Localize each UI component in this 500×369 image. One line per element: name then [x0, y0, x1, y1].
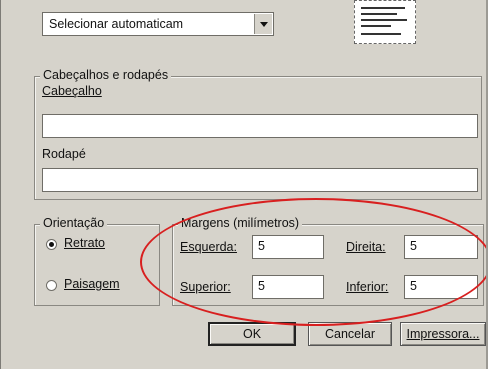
- cancel-button[interactable]: Cancelar: [308, 322, 392, 346]
- paper-size-select[interactable]: Selecionar automaticam: [42, 12, 274, 36]
- radio-retrato-label[interactable]: Retrato: [64, 236, 105, 250]
- footer-input[interactable]: [42, 168, 478, 192]
- chevron-down-icon: [260, 22, 268, 27]
- orientation-title: Orientação: [40, 216, 108, 230]
- preview-line: [361, 13, 397, 15]
- headers-footers-title: Cabeçalhos e rodapés: [40, 68, 172, 82]
- ok-button[interactable]: OK: [208, 322, 296, 346]
- preview-line: [361, 25, 391, 27]
- radio-retrato[interactable]: [46, 239, 57, 250]
- dropdown-button[interactable]: [254, 14, 272, 34]
- header-input[interactable]: [42, 114, 478, 138]
- dialog-left-edge: [0, 0, 1, 369]
- page-setup-dialog: Selecionar automaticam Cabeçalhos e roda…: [0, 0, 500, 369]
- preview-line: [361, 19, 407, 21]
- header-label: Cabeçalho: [42, 84, 102, 98]
- right-margin-label: Direita:: [346, 240, 386, 254]
- page-background-strip: [488, 0, 500, 369]
- preview-line: [361, 33, 401, 35]
- top-margin-input[interactable]: 5: [252, 275, 324, 299]
- printer-button[interactable]: Impressora...: [400, 322, 486, 346]
- left-margin-label: Esquerda:: [180, 240, 237, 254]
- left-margin-input[interactable]: 5: [252, 235, 324, 259]
- paper-size-value: Selecionar automaticam: [49, 17, 184, 31]
- top-margin-label: Superior:: [180, 280, 231, 294]
- bottom-margin-label: Inferior:: [346, 280, 389, 294]
- footer-label: Rodapé: [42, 147, 86, 161]
- page-preview: [354, 0, 416, 44]
- radio-paisagem-label[interactable]: Paisagem: [64, 277, 120, 291]
- bottom-margin-input[interactable]: 5: [404, 275, 478, 299]
- right-margin-input[interactable]: 5: [404, 235, 478, 259]
- radio-selected-dot: [49, 242, 54, 247]
- radio-paisagem[interactable]: [46, 280, 57, 291]
- margins-title: Margens (milímetros): [178, 216, 303, 230]
- preview-line: [361, 7, 405, 9]
